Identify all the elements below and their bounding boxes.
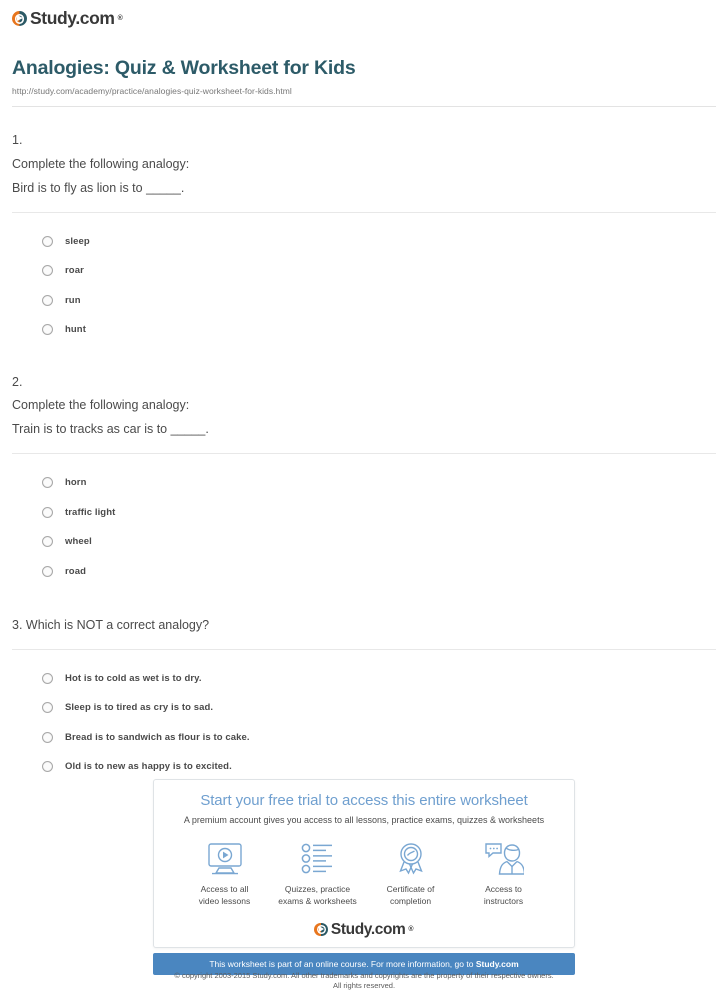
feature-label: Access to all video lessons	[178, 883, 271, 908]
promo-study-com-logo[interactable]: Study.com ®	[164, 922, 564, 938]
feature-label-line2: video lessons	[198, 896, 251, 907]
option-row[interactable]: roar	[42, 256, 716, 286]
promo-subtitle: A premium account gives you access to al…	[183, 815, 545, 825]
promo-title: Start your free trial to access this ent…	[200, 792, 528, 809]
copyright-footer: © copyright 2003-2015 Study.com. All oth…	[0, 971, 728, 991]
question-1: 1. Complete the following analogy: Bird …	[12, 107, 716, 344]
option-row[interactable]: horn	[42, 468, 716, 498]
feature-label: Quizzes, practice exams & worksheets	[271, 883, 364, 908]
feature-label-line2: instructors	[483, 896, 524, 907]
radio-button-icon[interactable]	[42, 506, 53, 518]
option-label: Bread is to sandwich as flour is to cake…	[65, 731, 250, 743]
radio-button-icon[interactable]	[42, 265, 53, 277]
title-block: Analogies: Quiz & Worksheet for Kids htt…	[0, 31, 728, 96]
option-label: run	[65, 294, 81, 306]
feature-label-line1: Access to	[485, 884, 522, 894]
online-course-bar-text: This worksheet is part of an online cour…	[209, 959, 476, 970]
radio-button-icon[interactable]	[42, 477, 53, 488]
copyright-line-1: © copyright 2003-2015 Study.com. All oth…	[174, 971, 554, 980]
radio-button-icon[interactable]	[42, 731, 53, 743]
radio-button-icon[interactable]	[42, 294, 53, 306]
option-label: hunt	[65, 324, 86, 336]
online-course-bar-link[interactable]: Study.com	[476, 959, 519, 969]
feature-quizzes: Quizzes, practice exams & worksheets	[271, 841, 364, 908]
question-3: 3. Which is NOT a correct analogy? Hot i…	[12, 586, 716, 782]
question-number: 1.	[12, 133, 23, 148]
option-label: wheel	[65, 536, 92, 547]
feature-video-lessons: Access to all video lessons	[178, 841, 271, 908]
feature-label-line2: completion	[389, 896, 432, 907]
option-row[interactable]: Old is to new as happy is to excited.	[42, 752, 716, 782]
feature-label-line2: exams & worksheets	[278, 896, 357, 907]
option-row[interactable]: run	[42, 286, 716, 316]
option-row[interactable]: hunt	[42, 315, 716, 345]
question-prompt: Complete the following analogy:	[12, 398, 190, 413]
radio-button-icon[interactable]	[42, 536, 53, 547]
option-row[interactable]: traffic light	[42, 497, 716, 527]
option-label: traffic light	[65, 506, 116, 518]
radio-button-icon[interactable]	[42, 235, 53, 247]
radio-button-icon[interactable]	[42, 761, 53, 773]
feature-label: Certificate of completion	[364, 883, 457, 908]
question-stem: Train is to tracks as car is to _____.	[12, 422, 209, 436]
play-button-icon	[12, 11, 27, 27]
options-list: Hot is to cold as wet is to dry. Sleep i…	[12, 650, 716, 782]
question-number: 3. Which is NOT a correct analogy?	[12, 617, 210, 632]
question-stem: Bird is to fly as lion is to _____.	[12, 180, 185, 195]
option-label: horn	[65, 477, 87, 488]
study-com-logo[interactable]: Study.com ®	[12, 8, 123, 28]
radio-button-icon[interactable]	[42, 672, 53, 684]
option-label: sleep	[65, 235, 90, 247]
promo-feature-list: Access to all video lessons Quizzes, pra…	[164, 841, 564, 908]
option-row[interactable]: Bread is to sandwich as flour is to cake…	[42, 723, 716, 753]
question-2: 2. Complete the following analogy: Train…	[12, 345, 716, 586]
feature-label-line1: Access to all	[200, 884, 249, 894]
award-ribbon-icon	[364, 841, 457, 877]
brand-wordmark: Study.com	[330, 920, 406, 938]
video-monitor-icon	[178, 841, 271, 877]
question-number: 2.	[12, 374, 23, 389]
play-button-icon	[314, 922, 328, 937]
page-title: Analogies: Quiz & Worksheet for Kids	[12, 57, 356, 80]
option-row[interactable]: Hot is to cold as wet is to dry.	[42, 664, 716, 694]
options-list: sleep roar run hunt	[12, 213, 716, 345]
feature-certificate: Certificate of completion	[364, 841, 457, 908]
radio-button-icon[interactable]	[42, 565, 53, 577]
option-label: Sleep is to tired as cry is to sad.	[65, 702, 214, 714]
trademark-symbol: ®	[408, 925, 414, 933]
option-label: Hot is to cold as wet is to dry.	[65, 672, 202, 684]
feature-label-line1: Certificate of	[386, 884, 435, 894]
instructor-chat-icon	[457, 841, 550, 877]
feature-label: Access to instructors	[457, 883, 550, 908]
option-label: road	[65, 565, 86, 577]
page-header: Study.com ®	[0, 0, 728, 31]
option-label: Old is to new as happy is to excited.	[65, 761, 232, 773]
page-url: http://study.com/academy/practice/analog…	[12, 86, 292, 97]
radio-button-icon[interactable]	[42, 702, 53, 714]
option-row[interactable]: Sleep is to tired as cry is to sad.	[42, 693, 716, 723]
quiz-body: 1. Complete the following analogy: Bird …	[0, 107, 728, 781]
brand-wordmark: Study.com	[30, 8, 115, 28]
feature-instructors: Access to instructors	[457, 841, 550, 908]
option-row[interactable]: sleep	[42, 227, 716, 257]
free-trial-card: Start your free trial to access this ent…	[153, 779, 575, 949]
question-prompt: Complete the following analogy:	[12, 157, 190, 171]
option-label: roar	[65, 265, 84, 277]
trademark-symbol: ®	[117, 15, 123, 23]
radio-button-icon[interactable]	[42, 324, 53, 336]
option-row[interactable]: wheel	[42, 527, 716, 557]
options-list: horn traffic light wheel road	[12, 454, 716, 586]
option-row[interactable]: road	[42, 556, 716, 586]
feature-label-line1: Quizzes, practice	[284, 884, 351, 894]
promo-section: Start your free trial to access this ent…	[153, 779, 575, 976]
copyright-line-2: All rights reserved.	[332, 981, 396, 991]
checklist-icon	[271, 841, 364, 877]
